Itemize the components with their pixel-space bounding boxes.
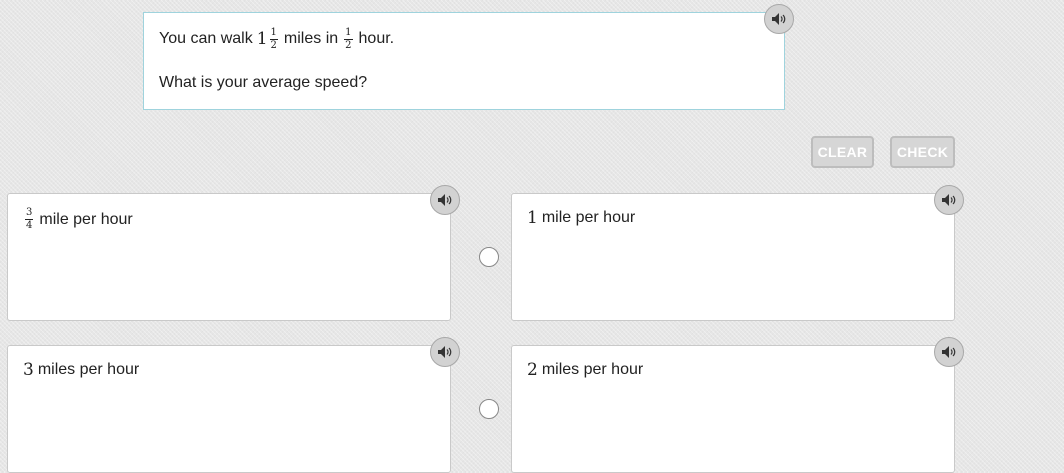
answer-label: mile per hour: [39, 210, 133, 228]
answer-option-one[interactable]: 1 mile per hour: [511, 193, 955, 321]
distance-numerator: 1: [269, 26, 278, 40]
clear-button[interactable]: CLEAR: [811, 136, 874, 168]
question-prompt: What is your average speed?: [159, 74, 368, 91]
answer-value: 2: [527, 360, 538, 380]
distance-denominator: 2: [270, 39, 277, 51]
answer-value: 3: [23, 360, 34, 380]
question-audio-button[interactable]: [764, 4, 794, 34]
question-suffix: hour.: [358, 30, 395, 47]
answer-audio-button[interactable]: [430, 185, 460, 215]
speaker-icon: [772, 13, 786, 25]
question-box: You can walk 1 1 2 miles in 1 2 hour. Wh…: [143, 12, 785, 110]
answer-numerator: 3: [25, 207, 34, 220]
answer-label: miles per hour: [37, 361, 140, 378]
speaker-icon: [942, 346, 956, 358]
answer-denominator: 4: [26, 220, 33, 231]
answer-label: mile per hour: [541, 209, 636, 226]
answer-audio-button[interactable]: [934, 185, 964, 215]
time-numerator: 1: [344, 26, 353, 40]
answer-text: 3 4 mile per hour: [23, 208, 435, 231]
answer-option-three[interactable]: 3 miles per hour: [7, 345, 451, 473]
time-fraction: 1 2: [344, 26, 353, 51]
distance-fraction: 1 2: [269, 26, 278, 51]
answer-text: 1 mile per hour: [527, 208, 939, 228]
answer-audio-button[interactable]: [430, 337, 460, 367]
check-button[interactable]: CHECK: [890, 136, 955, 168]
radio-button[interactable]: [479, 247, 499, 267]
speaker-icon: [438, 346, 452, 358]
radio-button[interactable]: [479, 399, 499, 419]
question-prefix: You can walk: [159, 30, 253, 47]
time-denominator: 2: [345, 39, 352, 51]
speaker-icon: [942, 194, 956, 206]
question-statement: You can walk 1 1 2 miles in 1 2 hour.: [159, 27, 769, 51]
answer-label: miles per hour: [541, 361, 644, 378]
answer-audio-button[interactable]: [934, 337, 964, 367]
answer-text: 2 miles per hour: [527, 360, 939, 380]
distance-whole: 1: [256, 29, 268, 49]
answer-fraction: 3 4: [25, 207, 34, 231]
speaker-icon: [438, 194, 452, 206]
answer-option-three-quarters[interactable]: 3 4 mile per hour: [7, 193, 451, 321]
answer-value: 1: [527, 208, 538, 228]
answer-option-two[interactable]: 2 miles per hour: [511, 345, 955, 473]
answer-text: 3 miles per hour: [23, 360, 435, 380]
question-middle: miles in: [283, 30, 339, 47]
